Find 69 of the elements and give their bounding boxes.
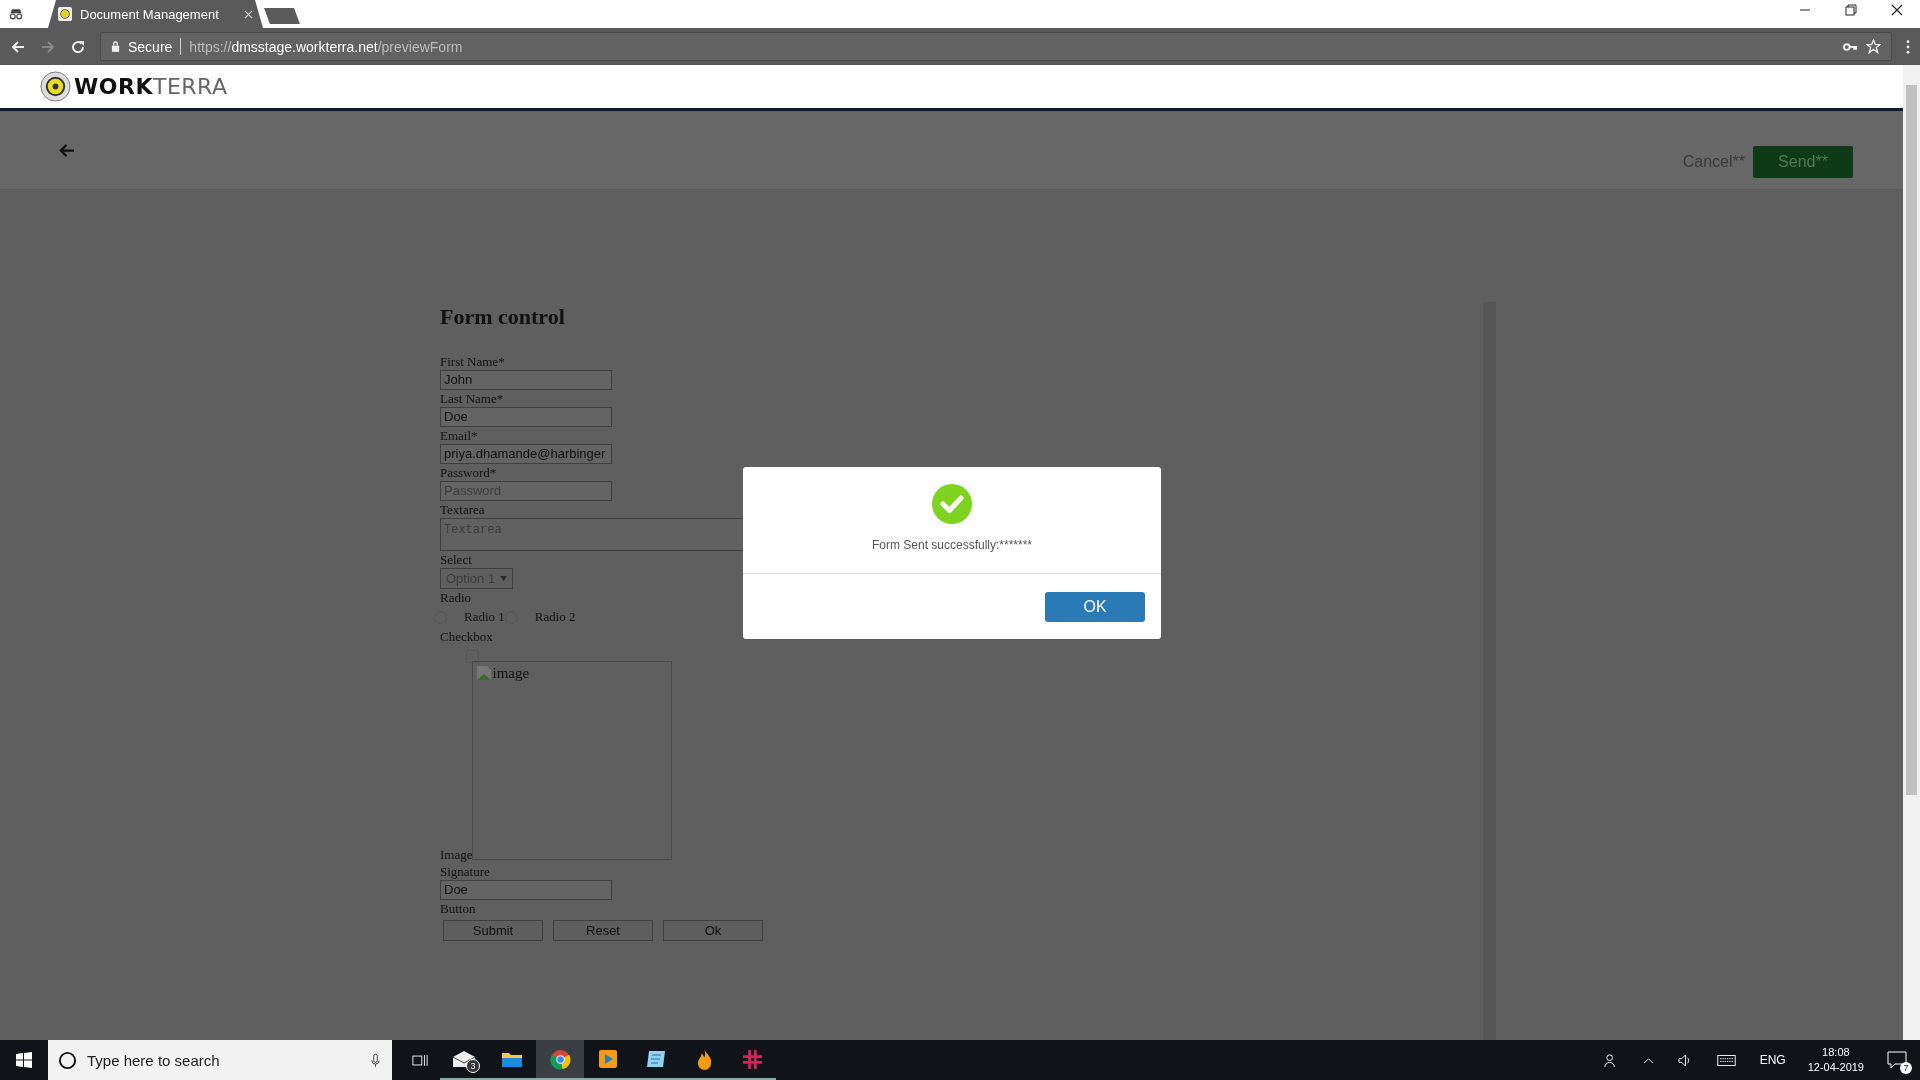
- field-label: Select: [440, 551, 472, 568]
- media-player-icon: [598, 1049, 618, 1069]
- chevron-up-icon[interactable]: [1642, 1056, 1654, 1064]
- form-title: Form control: [440, 304, 565, 330]
- form-button[interactable]: Submit: [443, 920, 543, 941]
- scrollbar[interactable]: [1483, 302, 1496, 1040]
- radio-label: Radio 2: [534, 609, 576, 625]
- field-label: Email*: [440, 427, 478, 444]
- mail-badge: 3: [466, 1059, 480, 1073]
- grid-icon: [742, 1049, 762, 1069]
- field-label: Textarea: [440, 501, 485, 518]
- back-icon[interactable]: [10, 38, 26, 55]
- new-tab-button[interactable]: [264, 8, 300, 24]
- restore-icon[interactable]: [1845, 4, 1857, 16]
- text-field[interactable]: Doe: [440, 407, 612, 427]
- field-label: Radio: [440, 589, 472, 606]
- notepad-icon: [645, 1049, 667, 1069]
- keyboard-icon[interactable]: [1716, 1054, 1736, 1066]
- key-icon[interactable]: [1843, 41, 1858, 52]
- search-field[interactable]: Type here to search: [48, 1040, 392, 1080]
- text-field[interactable]: Doe: [440, 880, 612, 900]
- radio-label: Radio 1: [464, 609, 505, 625]
- image-alt-text: image: [492, 665, 530, 682]
- reload-icon[interactable]: [70, 38, 86, 55]
- text-field[interactable]: priya.dhamande@harbinger: [440, 444, 612, 464]
- security-label: Secure: [128, 38, 173, 55]
- browser-tab[interactable]: Document Management: [48, 0, 263, 28]
- check-circle-icon: [932, 484, 972, 524]
- broken-image-icon: [476, 665, 493, 681]
- send-button[interactable]: Send**: [1753, 146, 1853, 178]
- caret-icon: [500, 576, 508, 581]
- field-label: Image: [440, 846, 473, 863]
- tab-title: Document Management: [80, 6, 220, 22]
- field-label: First Name*: [440, 353, 505, 370]
- language-indicator[interactable]: ENG: [1759, 1053, 1786, 1067]
- dialog-message: Form Sent successfully:*******: [871, 538, 1033, 552]
- text-field[interactable]: John: [440, 370, 612, 390]
- incognito-icon: [8, 8, 24, 20]
- back-arrow-icon[interactable]: [58, 142, 75, 158]
- close-icon[interactable]: [1891, 4, 1903, 16]
- message-icon: [1887, 1051, 1907, 1069]
- app-logo: WORKTERRA: [74, 74, 228, 99]
- address-bar[interactable]: Secure https://dmsstage.workterra.net/previewForm: [100, 32, 1892, 61]
- star-icon[interactable]: [1866, 39, 1881, 54]
- url-text: https://dmsstage.workterra.net/previewForm: [189, 38, 463, 55]
- scrollbar[interactable]: [1903, 65, 1920, 1040]
- taskbar-app[interactable]: [536, 1040, 584, 1080]
- lock-icon: [111, 41, 120, 52]
- browser-icon: [549, 1048, 571, 1070]
- field-label: Checkbox: [440, 628, 493, 645]
- windows-start-icon[interactable]: [16, 1052, 32, 1068]
- flame-icon: [695, 1048, 713, 1070]
- form-button[interactable]: Reset: [553, 920, 653, 941]
- ok-button[interactable]: OK: [1045, 591, 1145, 622]
- microphone-icon[interactable]: [371, 1052, 380, 1068]
- field-label: Button: [440, 900, 476, 917]
- menu-icon[interactable]: [1906, 39, 1910, 54]
- logo-icon: [40, 71, 71, 102]
- field-label: Password*: [440, 464, 497, 481]
- field-label: Last Name*: [440, 390, 504, 407]
- logo-icon: [58, 7, 72, 21]
- search-icon: [58, 1050, 77, 1070]
- task-view-icon[interactable]: [412, 1052, 428, 1068]
- clock[interactable]: 18:08 12-04-2019: [1807, 1045, 1864, 1075]
- taskbar-app[interactable]: 3: [440, 1040, 488, 1080]
- form-button[interactable]: Ok: [663, 920, 763, 941]
- folder-icon: [501, 1050, 523, 1068]
- notification-button[interactable]: 7: [1874, 1040, 1920, 1080]
- field-label: Signature: [440, 863, 490, 880]
